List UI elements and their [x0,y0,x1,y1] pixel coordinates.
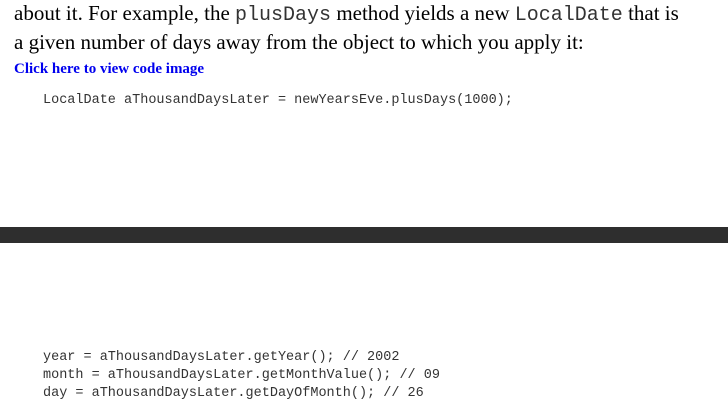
paragraph-text-1: about it. For example, the [14,1,236,25]
page-divider [0,227,728,243]
code-line-month: month = aThousandDaysLater.getMonthValue… [43,368,440,383]
code-line-day: day = aThousandDaysLater.getDayOfMonth()… [43,386,424,401]
inline-code-localdate: LocalDate [514,4,623,27]
view-code-image-link[interactable]: Click here to view code image [14,60,204,78]
code-line-year: year = aThousandDaysLater.getYear(); // … [43,350,400,365]
code-line-plusdays: LocalDate aThousandDaysLater = newYearsE… [43,93,513,108]
page-top: about it. For example, the plusDays meth… [0,0,728,227]
paragraph-text-4: a given number of days away from the obj… [14,30,584,54]
inline-code-plusdays: plusDays [235,4,332,27]
page-bottom: year = aThousandDaysLater.getYear(); // … [0,243,728,418]
paragraph-text-2: method yields a new [331,1,515,25]
body-paragraph: about it. For example, the plusDays meth… [14,0,722,55]
paragraph-text-3: that is [622,1,679,25]
